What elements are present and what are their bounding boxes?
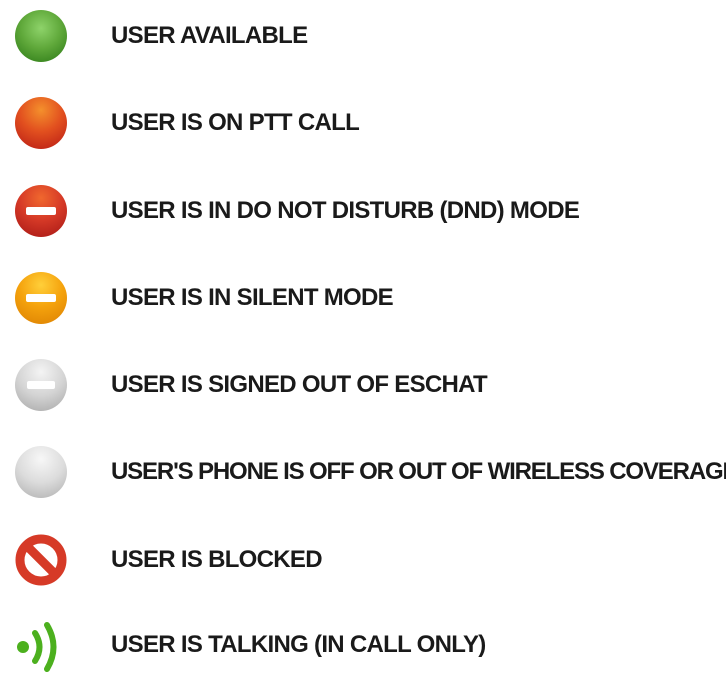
do-not-disturb-icon — [13, 183, 69, 239]
legend-item-silent: USER IS IN SILENT MODE — [0, 270, 726, 330]
legend-item-signed-out: USER IS SIGNED OUT OF ESCHAT — [0, 357, 726, 417]
legend-item-dnd: USER IS IN DO NOT DISTURB (DND) MODE — [0, 183, 726, 243]
legend-item-blocked: USER IS BLOCKED — [0, 532, 726, 592]
legend-item-offline: USER'S PHONE IS OFF OR OUT OF WIRELESS C… — [0, 444, 726, 504]
legend-label: USER IS ON PTT CALL — [111, 109, 360, 136]
legend-item-talking: USER IS TALKING (IN CALL ONLY) — [0, 617, 726, 677]
legend-item-ptt-call: USER IS ON PTT CALL — [0, 95, 726, 155]
signed-out-icon — [13, 357, 69, 413]
legend-label: USER IS IN DO NOT DISTURB (DND) MODE — [111, 197, 580, 224]
legend-label: USER AVAILABLE — [111, 22, 308, 49]
legend-item-available: USER AVAILABLE — [0, 8, 726, 68]
legend-label: USER IS SIGNED OUT OF ESCHAT — [111, 371, 488, 398]
offline-icon — [13, 444, 69, 500]
talking-icon — [13, 617, 69, 673]
legend-label: USER IS BLOCKED — [111, 546, 323, 573]
blocked-icon — [13, 532, 69, 588]
silent-mode-icon — [13, 270, 69, 326]
legend-label: USER'S PHONE IS OFF OR OUT OF WIRELESS C… — [111, 458, 726, 485]
ptt-call-status-icon — [13, 95, 69, 151]
available-status-icon — [13, 8, 69, 64]
legend-label: USER IS IN SILENT MODE — [111, 284, 394, 311]
legend-label: USER IS TALKING (IN CALL ONLY) — [111, 631, 486, 658]
status-legend: USER AVAILABLE USER IS ON PTT CALL USER … — [0, 0, 726, 673]
